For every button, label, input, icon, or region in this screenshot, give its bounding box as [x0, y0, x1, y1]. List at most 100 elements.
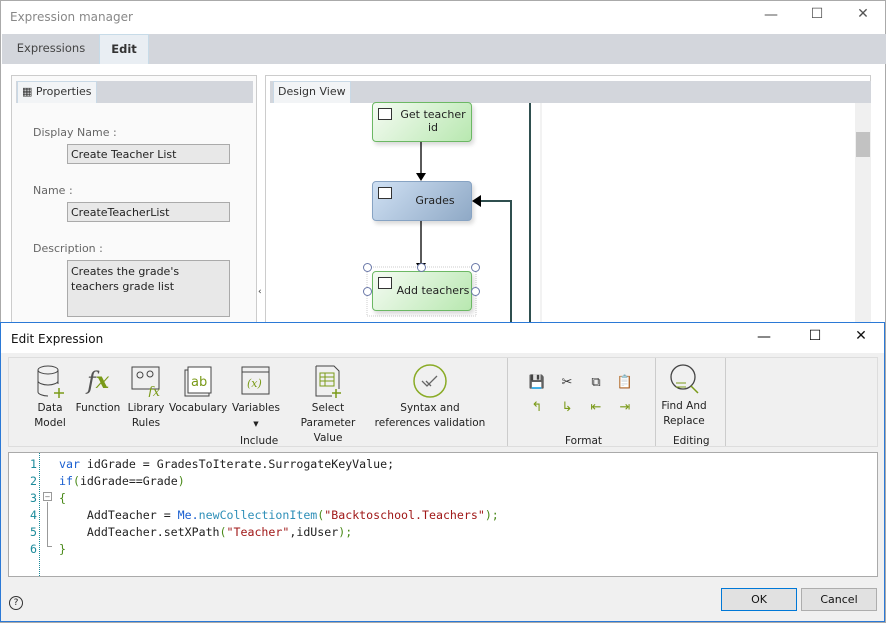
window-title: Expression manager — [10, 10, 133, 24]
code-line: AddTeacher.setXPath("Teacher",idUser); — [59, 525, 352, 539]
code-token: ); — [484, 508, 499, 522]
copy-icon[interactable]: ⧉ — [587, 375, 605, 391]
code-token: ); — [338, 525, 353, 539]
node-add-teachers[interactable]: Add teachers — [372, 271, 472, 311]
design-view-panel: Design View Get teacher id Grades Add te… — [265, 75, 872, 326]
resize-handle[interactable] — [471, 263, 480, 272]
line-number: 6 — [30, 542, 37, 556]
group-divider — [507, 358, 508, 446]
code-token: idGrade==Grade — [79, 474, 178, 488]
syntax-validation-button[interactable]: Syntax and references validation — [373, 364, 487, 431]
include-group-label: Include — [240, 435, 279, 447]
find-and-replace-button[interactable]: Find And Replace — [659, 362, 709, 429]
function-icon: fx — [86, 366, 109, 395]
scrollbar-thumb[interactable] — [856, 132, 870, 157]
cancel-button[interactable]: Cancel — [801, 588, 877, 611]
data-model-button[interactable]: Data Model — [29, 364, 71, 431]
code-line: { — [59, 491, 66, 505]
code-token: "Teacher" — [226, 525, 290, 539]
code-token: ) — [177, 474, 185, 488]
svg-text:ab: ab — [191, 375, 207, 390]
minimize-button[interactable]: — — [761, 7, 781, 23]
close-button[interactable]: ✕ — [853, 6, 873, 22]
vertical-scrollbar[interactable] — [855, 103, 871, 326]
help-icon[interactable]: ? — [9, 596, 23, 610]
line-number: 5 — [30, 525, 37, 539]
name-label: Name : — [33, 184, 73, 197]
close-button[interactable]: ✕ — [851, 328, 871, 344]
indent-icon[interactable]: ⇥ — [616, 400, 634, 416]
minimize-button[interactable]: — — [754, 329, 774, 345]
save-icon[interactable]: 💾 — [528, 375, 546, 391]
loop-connector — [476, 200, 512, 326]
line-number: 2 — [30, 474, 37, 488]
task-icon — [378, 277, 392, 289]
display-name-field[interactable]: Create Teacher List — [67, 144, 230, 164]
tab-expressions[interactable]: Expressions — [6, 34, 96, 64]
editing-group-label: Editing — [673, 435, 710, 447]
parameter-table-icon — [285, 364, 371, 398]
line-number: 3 — [30, 491, 37, 505]
properties-panel: ▦ Properties Display Name : Create Teach… — [11, 75, 257, 325]
resize-handle[interactable] — [417, 263, 426, 272]
code-token: Me. — [177, 508, 199, 522]
code-token: ,idUser — [289, 525, 339, 539]
code-token: { — [59, 491, 66, 505]
description-field[interactable]: Creates the grade's teachers grade list — [67, 260, 230, 317]
code-token: ( — [72, 474, 80, 488]
undo-icon[interactable]: ↰ — [528, 400, 546, 416]
paste-icon[interactable]: 📋 — [616, 375, 634, 391]
arrowhead — [472, 195, 481, 207]
code-line: } — [59, 542, 66, 556]
dialog-title-bar: Edit Expression — ☐ ✕ — [1, 323, 884, 353]
ribbon-toolbar: Data Model fx Function fx Library Rules … — [8, 357, 878, 447]
code-editor[interactable]: – 1 var idGrade = GradesToIterate.Surroga… — [8, 452, 878, 577]
cut-icon[interactable]: ✂ — [558, 375, 576, 391]
tab-edit[interactable]: Edit — [99, 34, 149, 64]
redo-icon[interactable]: ↳ — [558, 400, 576, 416]
group-divider — [655, 358, 656, 446]
code-token: idGrade = GradesToIterate.SurrogateKeyVa… — [79, 457, 395, 471]
arrowhead — [416, 173, 426, 181]
database-add-icon — [29, 364, 71, 398]
format-group-label: Format — [565, 435, 603, 447]
display-name-label: Display Name : — [33, 126, 117, 139]
library-rules-icon: fx — [125, 364, 167, 398]
collapse-toggle[interactable]: – — [43, 492, 52, 501]
vocabulary-icon: ab — [169, 364, 227, 398]
ok-button[interactable]: OK — [721, 588, 797, 611]
maximize-button[interactable]: ☐ — [805, 328, 825, 344]
subprocess-icon — [378, 187, 392, 199]
node-grades[interactable]: Grades — [372, 181, 472, 221]
dialog-title: Edit Expression — [11, 332, 104, 346]
code-token: AddTeacher = — [59, 508, 178, 522]
fold-bracket — [47, 502, 52, 547]
gutter-divider — [39, 453, 40, 576]
group-divider — [725, 358, 726, 446]
maximize-button[interactable]: ☐ — [807, 6, 827, 22]
edit-expression-dialog: Edit Expression — ☐ ✕ Data Model fx Func… — [0, 322, 885, 622]
code-token: AddTeacher.setXPath — [59, 525, 220, 539]
node-get-teacher-id[interactable]: Get teacher id — [372, 102, 472, 142]
outdent-icon[interactable]: ⇤ — [587, 400, 605, 416]
resize-handle[interactable] — [363, 287, 372, 296]
resize-handle[interactable] — [471, 287, 480, 296]
code-token: ( — [219, 525, 227, 539]
library-rules-button[interactable]: fx Library Rules — [125, 364, 167, 431]
design-canvas[interactable] — [266, 76, 872, 326]
tab-properties[interactable]: ▦ Properties — [17, 81, 97, 103]
splitter-handle[interactable]: ‹ — [258, 287, 262, 297]
resize-handle[interactable] — [363, 263, 372, 272]
code-token: "Backtoschool.Teachers" — [324, 508, 485, 522]
variables-button[interactable]: (x) Variables ▼ — [231, 364, 281, 432]
properties-icon: ▦ — [22, 85, 33, 98]
vocabulary-button[interactable]: ab Vocabulary — [169, 364, 227, 416]
tab-bar: Expressions Edit — [2, 34, 886, 64]
code-token: var — [59, 457, 80, 471]
code-token: } — [59, 542, 66, 556]
validation-check-icon — [373, 364, 487, 398]
function-button[interactable]: fx Function — [73, 364, 123, 416]
select-parameter-value-button[interactable]: Select Parameter Value — [285, 364, 371, 446]
name-field[interactable]: CreateTeacherList — [67, 202, 230, 222]
line-number: 4 — [30, 508, 37, 522]
